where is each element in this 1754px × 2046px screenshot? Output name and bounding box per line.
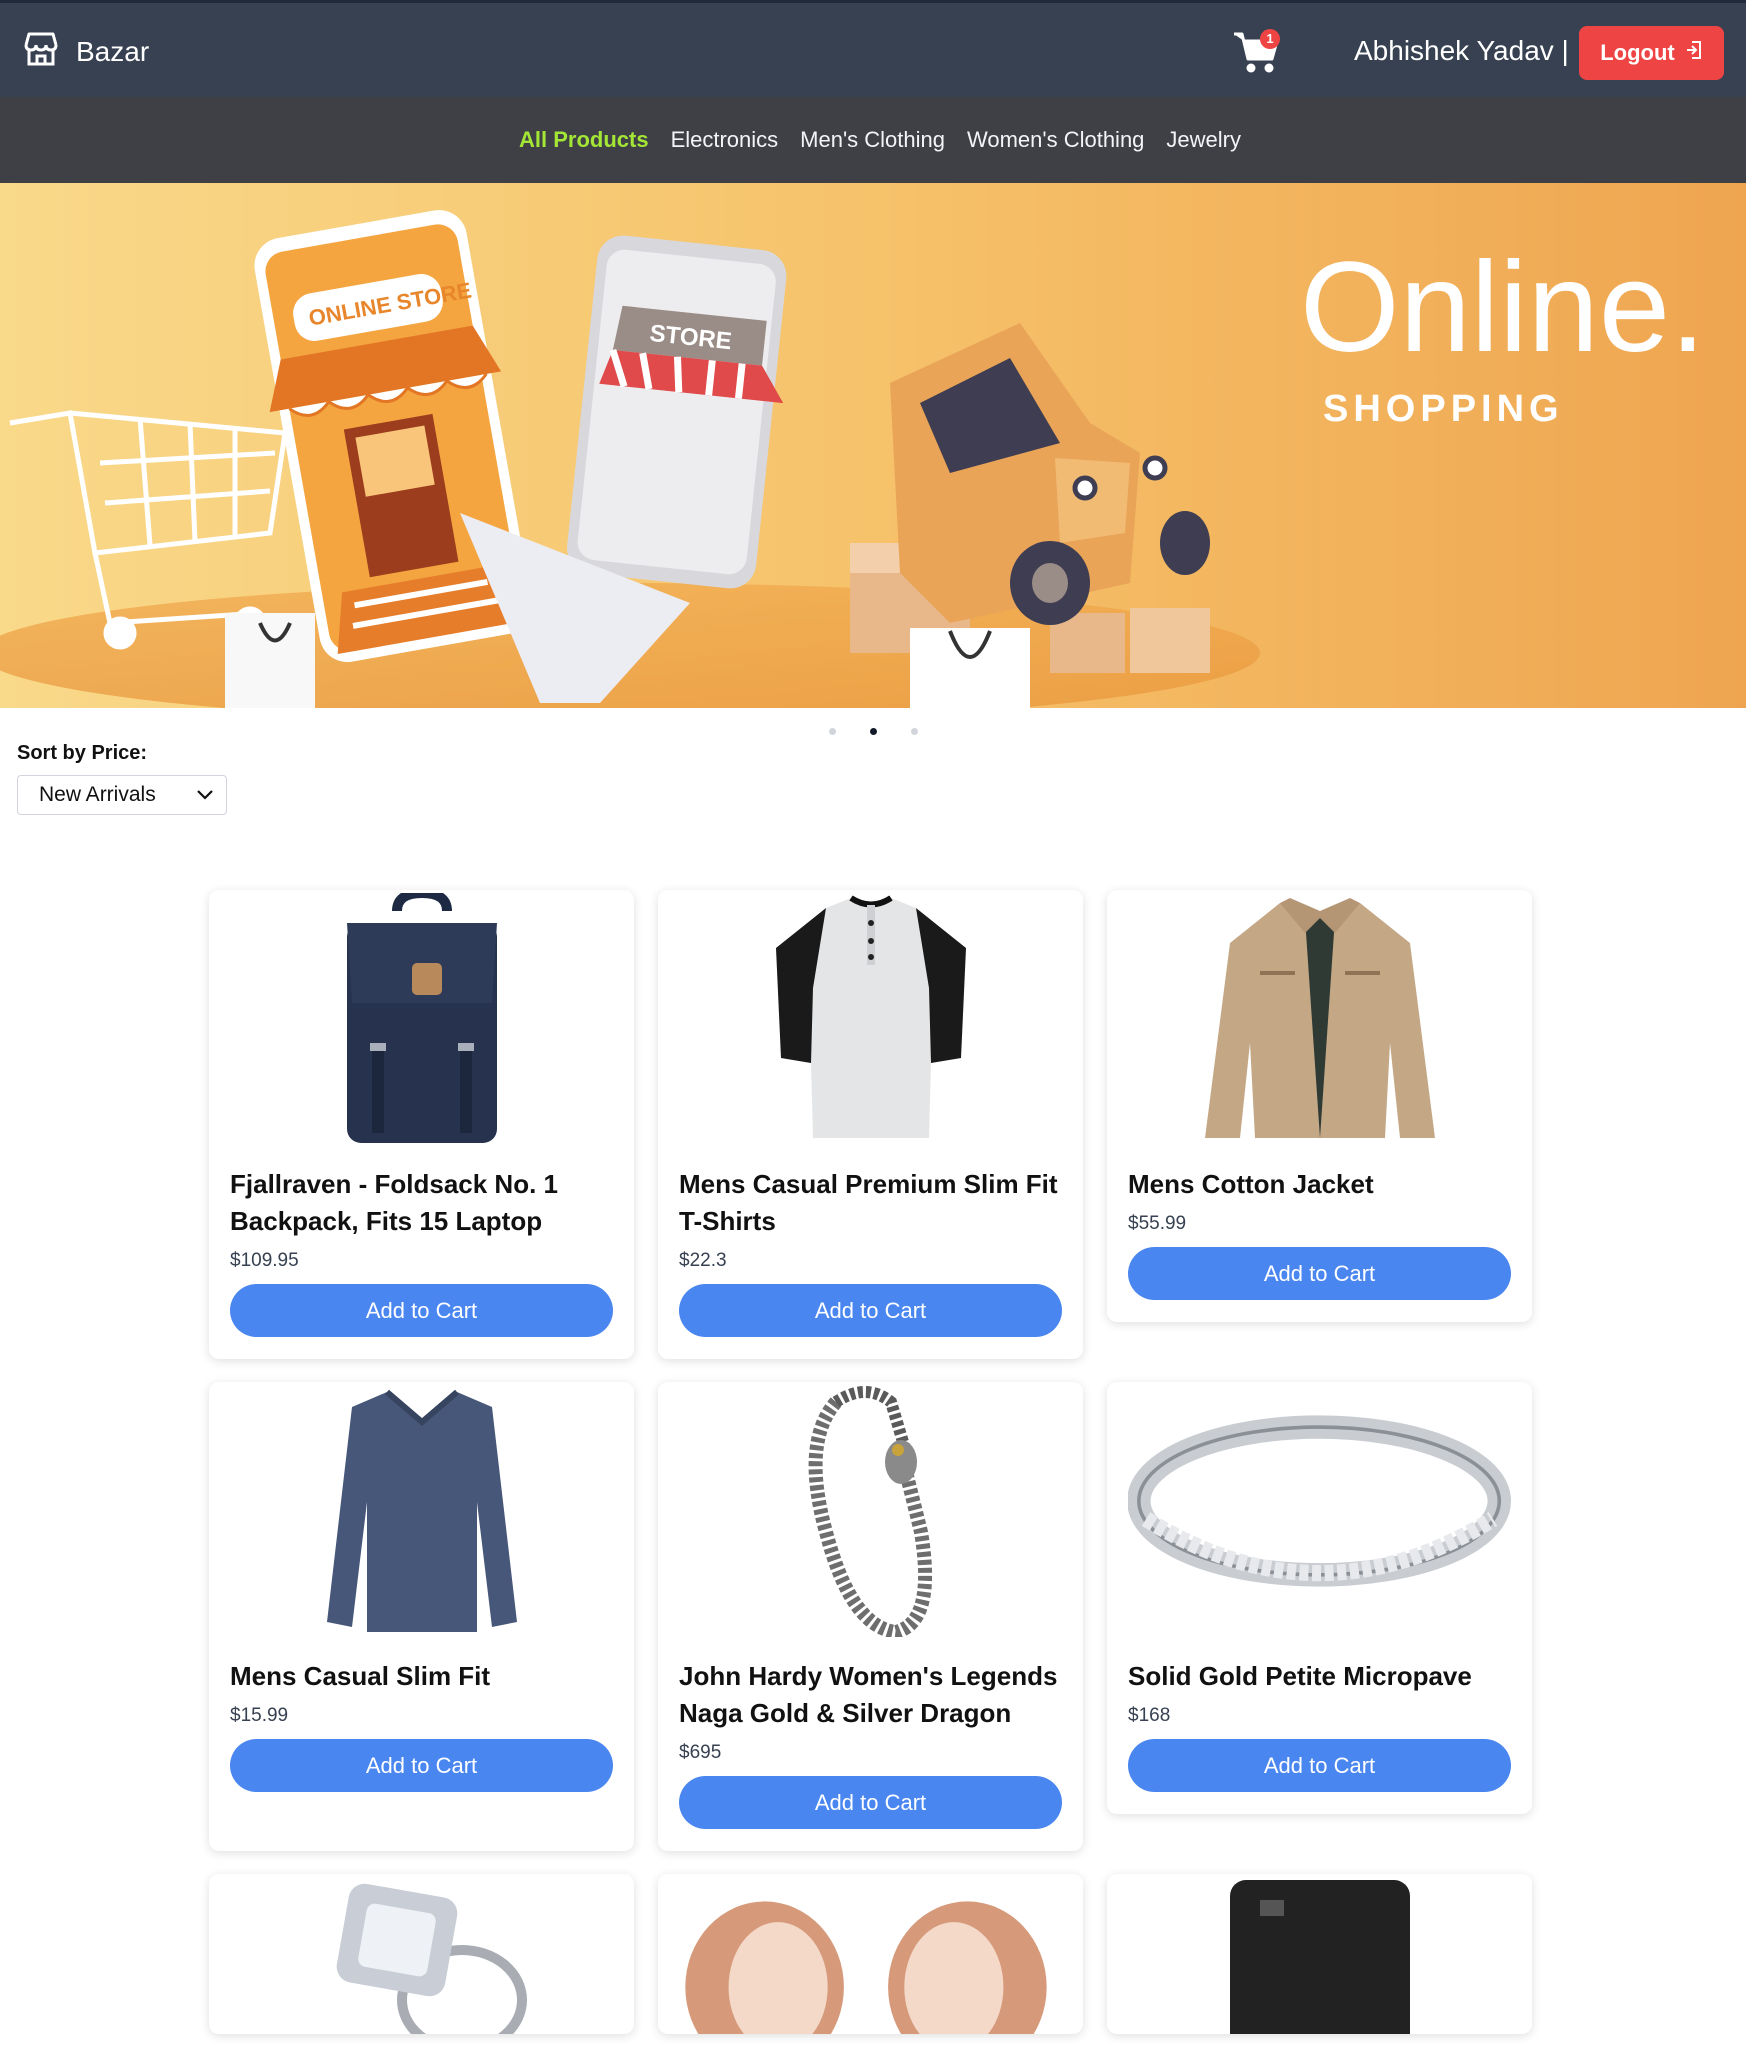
- cart-icon: [1232, 32, 1280, 79]
- add-to-cart-button[interactable]: Add to Cart: [679, 1776, 1062, 1829]
- product-title[interactable]: John Hardy Women's Legends Naga Gold & S…: [679, 1658, 1062, 1732]
- nav-item-jewelry[interactable]: Jewelry: [1166, 127, 1241, 153]
- product-price: $22.3: [679, 1250, 727, 1271]
- add-to-cart-button[interactable]: Add to Cart: [1128, 1247, 1511, 1300]
- product-image-external-hard-drive[interactable]: [1128, 1874, 1511, 2034]
- add-to-cart-button[interactable]: Add to Cart: [1128, 1739, 1511, 1792]
- cart-count-badge: 1: [1260, 29, 1280, 49]
- add-to-cart-button[interactable]: Add to Cart: [230, 1739, 613, 1792]
- add-to-cart-button[interactable]: Add to Cart: [230, 1284, 613, 1337]
- product-card: Mens Casual Premium Slim Fit T-Shirts $2…: [658, 890, 1083, 1359]
- product-card: [1107, 1874, 1532, 2034]
- product-title[interactable]: Mens Casual Slim Fit: [230, 1658, 613, 1695]
- banner-illustration: ONLINE STORE STORE Online. SHOPPING: [0, 183, 1746, 708]
- sort-select[interactable]: New Arrivals: [17, 775, 227, 815]
- product-image-bracelet[interactable]: [679, 1382, 1062, 1637]
- product-title[interactable]: Fjallraven - Foldsack No. 1 Backpack, Fi…: [230, 1166, 613, 1240]
- brand-name: Bazar: [76, 35, 150, 67]
- product-card: Solid Gold Petite Micropave $168 Add to …: [1107, 1382, 1532, 1814]
- hero-banner[interactable]: ONLINE STORE STORE Online. SHOPPING: [0, 183, 1746, 708]
- product-card: [658, 1874, 1083, 2034]
- product-price: $109.95: [230, 1250, 299, 1271]
- sort-selected-value: New Arrivals: [39, 783, 156, 806]
- brand[interactable]: Bazar: [22, 31, 149, 72]
- product-title[interactable]: Solid Gold Petite Micropave: [1128, 1658, 1511, 1695]
- product-price: $15.99: [230, 1705, 289, 1726]
- banner-headline: Online.: [1300, 236, 1706, 379]
- store-icon: [22, 31, 60, 72]
- product-card: Fjallraven - Foldsack No. 1 Backpack, Fi…: [209, 890, 634, 1359]
- logout-button[interactable]: Logout: [1579, 26, 1724, 80]
- carousel-dot-1[interactable]: [828, 728, 836, 735]
- username: Abhishek Yadav |: [1354, 35, 1569, 66]
- product-card: Mens Casual Slim Fit $15.99 Add to Cart: [209, 1382, 634, 1851]
- product-price: $55.99: [1128, 1213, 1187, 1234]
- chevron-down-icon: [196, 783, 214, 807]
- nav-item-all-products[interactable]: All Products: [519, 127, 649, 153]
- carousel-dot-2[interactable]: [869, 728, 877, 735]
- product-image-rose-gold-plugs[interactable]: [679, 1874, 1062, 2034]
- product-image-jacket[interactable]: [1128, 890, 1511, 1145]
- product-grid: Fjallraven - Foldsack No. 1 Backpack, Fi…: [209, 890, 1533, 2034]
- product-card: [209, 1874, 634, 2034]
- product-image-backpack[interactable]: [230, 890, 613, 1145]
- product-card: Mens Cotton Jacket $55.99 Add to Cart: [1107, 890, 1532, 1322]
- nav-item-mens-clothing[interactable]: Men's Clothing: [800, 127, 945, 153]
- banner-subheadline: SHOPPING: [1323, 388, 1564, 430]
- product-price: $695: [679, 1742, 722, 1763]
- nav-item-womens-clothing[interactable]: Women's Clothing: [967, 127, 1144, 153]
- product-image-longsleeve[interactable]: [230, 1382, 613, 1637]
- top-bar: Bazar 1 Abhishek Yadav | Logout: [0, 0, 1746, 97]
- product-title[interactable]: Mens Cotton Jacket: [1128, 1166, 1511, 1203]
- product-price: $168: [1128, 1705, 1171, 1726]
- product-card: John Hardy Women's Legends Naga Gold & S…: [658, 1382, 1083, 1851]
- logout-label: Logout: [1600, 40, 1675, 65]
- cart-button[interactable]: 1: [1232, 29, 1284, 77]
- product-image-ring[interactable]: [1128, 1382, 1511, 1637]
- add-to-cart-button[interactable]: Add to Cart: [679, 1284, 1062, 1337]
- logout-icon: [1685, 40, 1703, 66]
- product-title[interactable]: Mens Casual Premium Slim Fit T-Shirts: [679, 1166, 1062, 1240]
- sort-label: Sort by Price:: [17, 742, 148, 764]
- carousel-dots: [0, 728, 1746, 735]
- nav-item-electronics[interactable]: Electronics: [671, 127, 779, 153]
- product-image-diamond-ring[interactable]: [230, 1874, 613, 2034]
- category-nav: All Products Electronics Men's Clothing …: [0, 97, 1746, 183]
- product-image-tshirt[interactable]: [679, 890, 1062, 1145]
- carousel-dot-3[interactable]: [910, 728, 918, 735]
